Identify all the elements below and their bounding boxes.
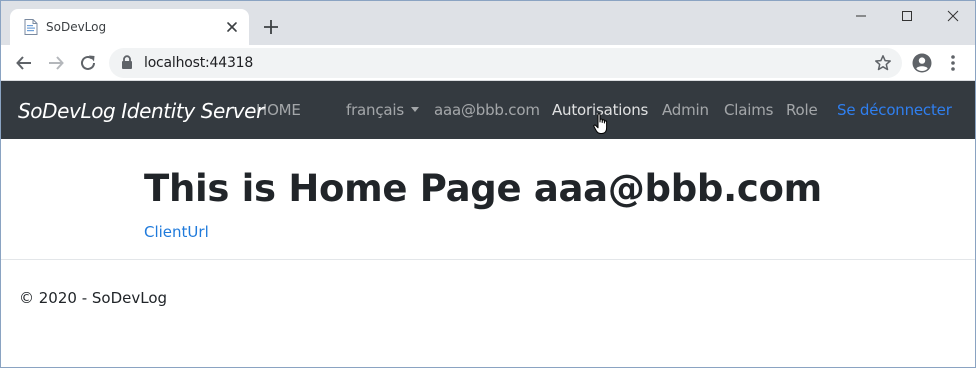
back-button[interactable] [14,53,34,73]
new-tab-icon[interactable] [262,18,280,36]
footer-copyright: © 2020 - SoDevLog [19,289,168,307]
page-icon [24,19,38,35]
browser-toolbar: localhost:44318 [1,45,975,81]
minimize-button[interactable] [838,1,884,31]
tab-strip: SoDevLog [1,1,975,45]
close-icon[interactable] [225,20,239,34]
arrow-left-icon [16,56,31,70]
lock-icon [122,55,132,69]
reload-icon [81,55,95,70]
forward-button[interactable] [46,53,66,73]
bookmark-star-icon[interactable] [874,54,892,72]
navbar-brand[interactable]: SoDevLog Identity Server [18,99,264,123]
client-url-link[interactable]: ClientUrl [144,223,209,241]
nav-home-link[interactable]: HOME [256,101,301,119]
address-bar[interactable]: localhost:44318 [109,48,902,78]
more-vertical-icon[interactable] [948,53,958,73]
profile-avatar-icon[interactable] [912,53,932,73]
nav-role-link[interactable]: Role [786,101,818,119]
hand-pointer-icon [593,113,608,134]
logout-link[interactable]: Se déconnecter [837,101,952,119]
language-dropdown[interactable]: français [346,101,419,119]
maximize-icon [902,11,912,21]
nav-admin-link[interactable]: Admin [662,101,709,119]
reload-button[interactable] [78,53,98,73]
arrow-right-icon [49,56,64,70]
minimize-icon [856,15,866,17]
language-label: français [346,101,404,119]
caret-down-icon [410,107,419,112]
app-navbar: SoDevLog Identity Server HOME français a… [1,81,975,139]
footer-divider [1,259,975,260]
nav-user-link[interactable]: aaa@bbb.com [434,101,540,119]
url-text: localhost:44318 [144,55,254,71]
browser-tab[interactable]: SoDevLog [10,9,249,45]
nav-claims-link[interactable]: Claims [724,101,773,119]
window-close-icon [947,10,959,22]
page-title: This is Home Page aaa@bbb.com [144,167,822,210]
tab-title: SoDevLog [46,20,107,34]
maximize-button[interactable] [884,1,930,31]
browser-window: SoDevLog localhost:44318 SoDevLog Identi… [0,0,976,368]
window-close-button[interactable] [930,1,976,31]
